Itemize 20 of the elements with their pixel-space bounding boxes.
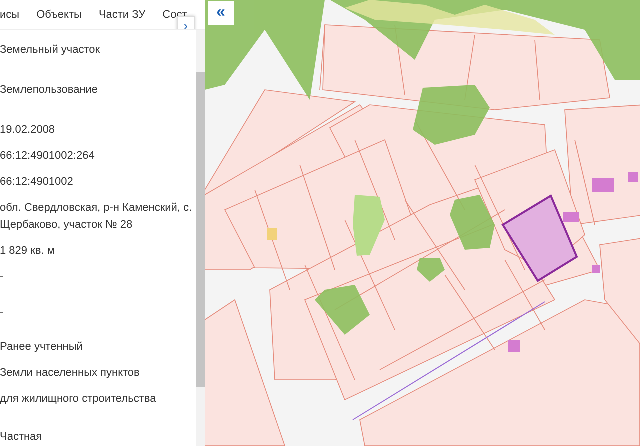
field-value: 19.02.2008 bbox=[0, 123, 56, 138]
field-value: Землепользование bbox=[0, 83, 100, 98]
field-value: Частная bbox=[0, 430, 44, 445]
field-value: 66:12:4901002:264 bbox=[0, 149, 96, 164]
field-value: Ранее учтенный bbox=[0, 340, 84, 355]
scrollbar-thumb[interactable] bbox=[196, 72, 205, 387]
field-value: - bbox=[0, 306, 5, 321]
field-value: для жилищного строительства bbox=[0, 392, 158, 407]
tab[interactable]: исы bbox=[0, 8, 20, 20]
field-value: - bbox=[0, 270, 5, 285]
field-value: 1 829 кв. м bbox=[0, 244, 56, 259]
field-value: обл. Свердловская, р-н Каменский, с. Щербаково, участок № 28 bbox=[0, 201, 194, 233]
field-value: Земельный участок bbox=[0, 43, 102, 58]
highlighted-parcel[interactable] bbox=[502, 194, 578, 282]
field-value: 66:12:4901002 bbox=[0, 175, 74, 190]
collapse-panel-button[interactable]: « bbox=[208, 1, 234, 25]
tabs-next-button[interactable]: › bbox=[177, 16, 195, 29]
tab[interactable]: Объекты bbox=[36, 8, 82, 20]
tab[interactable]: Части ЗУ bbox=[98, 8, 146, 20]
field-value: Земли населенных пунктов bbox=[0, 366, 141, 381]
